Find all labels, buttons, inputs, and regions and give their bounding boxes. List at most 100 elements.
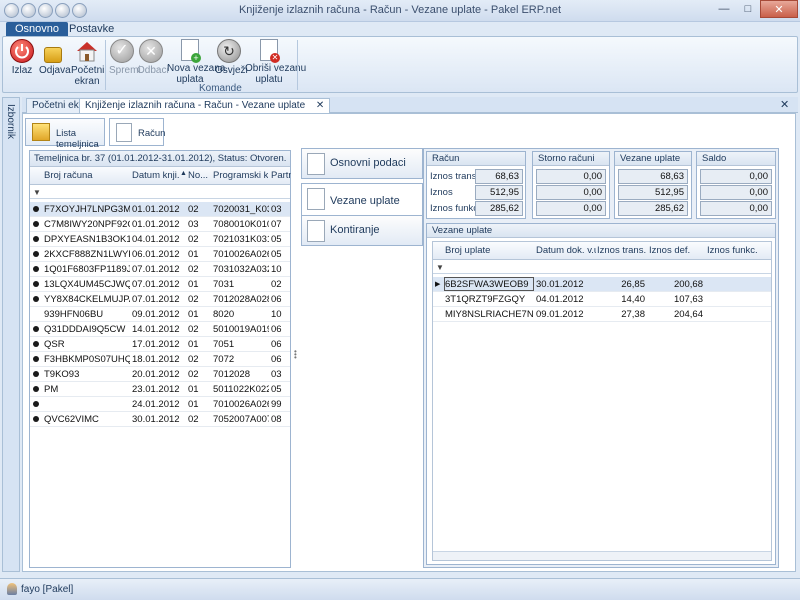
table-row[interactable]: F3HBKMP0S07UHQB2SP...18.01.2012 02 7072 06: [30, 352, 290, 367]
temeljnica-grid: Temeljnica br. 37 (01.01.2012-31.01.2012…: [29, 150, 291, 568]
table-row[interactable]: DPXYEASN1B3OK1OCFH04.01.2012 02 7021031K03…: [30, 232, 290, 247]
odjava-button[interactable]: Odjava: [39, 39, 71, 76]
table-cell: 7031032A03202: [213, 264, 269, 275]
table-cell: F3HBKMP0S07UHQB2SP...: [44, 354, 130, 365]
table-cell: 23.01.2012: [132, 384, 180, 395]
table-cell: 7020031_K03...: [213, 204, 269, 215]
table-cell: 18.01.2012: [132, 354, 180, 365]
table-cell: 06: [271, 324, 282, 335]
tab-osnovno[interactable]: Osnovno: [6, 22, 69, 37]
table-cell: 07.01.2012: [132, 294, 180, 305]
table-cell: 01: [188, 309, 199, 320]
sort-up-icon: ▲: [180, 170, 187, 177]
user-icon: [7, 583, 17, 595]
table-row[interactable]: 2KXCF888ZN1LWYP06.01.2012 01 7010026A02607…: [30, 247, 290, 262]
table-row[interactable]: 13LQX4UM45CJWQ 07.01.2012 01 7031 02: [30, 277, 290, 292]
temeljnica-header: Temeljnica br. 37 (01.01.2012-31.01.2012…: [30, 151, 290, 167]
close-tab-icon[interactable]: ✕: [316, 100, 324, 111]
tab-knjizenje[interactable]: Knjiženje izlaznih računa - Račun - Veza…: [79, 98, 331, 113]
table-row[interactable]: T9KO93 20.01.2012 02 7012028 03: [30, 367, 290, 382]
osvjezi-button[interactable]: ↻ Osvježi: [215, 39, 248, 76]
table-cell: 02: [271, 279, 282, 290]
tab-postavke[interactable]: Postavke: [60, 22, 123, 37]
table-row[interactable]: MIY8NSLRIACHE7NCJ09.01.2012 27,38 204,64: [433, 307, 771, 322]
delete-doc-icon: ✕: [260, 39, 280, 63]
table-cell: 07.01.2012: [132, 279, 180, 290]
table-cell: 09.01.2012: [132, 309, 180, 320]
vezane-filter-row[interactable]: ▼: [433, 260, 771, 274]
table-cell: 01: [188, 399, 199, 410]
vtab-osnovni-podaci[interactable]: Osnovni podaci: [301, 148, 423, 179]
table-row[interactable]: 24.01.2012 01 7010026A0260699: [30, 397, 290, 412]
document-icon: [307, 220, 325, 242]
spremi-button[interactable]: ✓ Spremi: [109, 39, 141, 76]
obrisi-vezanu-uplatu-button[interactable]: ✕ Obriši vezanu uplatu: [245, 39, 306, 85]
table-cell: 02: [188, 264, 199, 275]
table-cell: 04.01.2012: [536, 294, 584, 305]
table-cell: 7010026A02607: [213, 249, 269, 260]
table-row[interactable]: C7M8IWY20NPF92CM5...01.01.2012 03 7080010K…: [30, 217, 290, 232]
table-cell: 03: [271, 204, 282, 215]
horizontal-scrollbar[interactable]: [433, 551, 771, 560]
document-icon: [307, 153, 325, 175]
vezane-uplate-title: Vezane uplate: [427, 224, 775, 238]
table-cell: F7XOYJH7LNPG3MCO: [44, 204, 130, 215]
table-cell: 07: [271, 219, 282, 230]
status-bar: fayo [Pakel]: [0, 578, 800, 600]
table-cell: 03: [188, 219, 199, 230]
table-cell: 2KXCF888ZN1LWYP: [44, 249, 130, 260]
table-row[interactable]: QVC62VIMC 30.01.2012 02 7052007A0070208: [30, 412, 290, 427]
close-icon[interactable]: ✕: [760, 0, 798, 18]
row-indicator-icon: [33, 416, 39, 422]
table-cell: 13LQX4UM45CJWQ: [44, 279, 130, 290]
table-cell: 3T1QRZT9FZGQY: [445, 294, 526, 305]
vtab-vezane-uplate[interactable]: Vezane uplate: [301, 183, 423, 217]
table-cell: 06: [271, 339, 282, 350]
close-document-icon[interactable]: ✕: [780, 98, 789, 111]
table-cell: 26,85: [621, 279, 645, 290]
window-title: Knjiženje izlaznih računa - Račun - Veza…: [238, 4, 562, 16]
refresh-icon: ↻: [217, 39, 241, 63]
splitter-handle[interactable]: • • •: [294, 348, 297, 362]
row-indicator-icon: [33, 371, 39, 377]
minimize-icon[interactable]: —: [712, 0, 736, 18]
table-row[interactable]: 3T1QRZT9FZGQY 04.01.2012 14,40 107,63: [433, 292, 771, 307]
pocetni-ekran-button[interactable]: Početni ekran: [71, 39, 104, 87]
table-cell: 03: [271, 369, 282, 380]
table-cell: 5011022K02204: [213, 384, 269, 395]
nova-vezana-uplata-button[interactable]: + Nova vezana uplata: [167, 39, 225, 85]
tab-racun[interactable]: Račun: [109, 118, 165, 146]
table-row[interactable]: 1Q01F6803FP1189JFEP07.01.2012 02 7031032A0…: [30, 262, 290, 277]
table-cell: 7012028: [213, 369, 250, 380]
table-row[interactable]: QSR 17.01.2012 01 7051 06: [30, 337, 290, 352]
vezane-uplate-panel: Račun Iznos trans. Iznos Iznos funkc. 68…: [423, 148, 779, 568]
cell-editor[interactable]: [444, 277, 534, 291]
table-cell: 939HFN06BU: [44, 309, 104, 320]
izlaz-button[interactable]: Izlaz: [9, 39, 35, 76]
vtab-kontiranje[interactable]: Kontiranje: [301, 215, 423, 246]
odbaci-button[interactable]: ✕ Odbaci: [137, 39, 169, 76]
temeljnica-filter-row[interactable]: ▼: [30, 185, 290, 199]
table-row[interactable]: PM 23.01.2012 01 5011022K0220405: [30, 382, 290, 397]
filter-icon: ▼: [33, 188, 41, 197]
table-cell: 02: [188, 414, 199, 425]
table-cell: 20.01.2012: [132, 369, 180, 380]
tab-lista-temeljnica[interactable]: Lista temeljnica: [25, 118, 105, 150]
maximize-icon[interactable]: □: [736, 0, 760, 18]
table-row[interactable]: YY8X84CKELMUJPAGQ0...07.01.2012 02 7012028…: [30, 292, 290, 307]
status-user: fayo [Pakel]: [21, 584, 74, 595]
table-row[interactable]: F7XOYJH7LNPG3MCO01.01.2012 02 7020031_K03.…: [30, 202, 290, 217]
folder-icon: [32, 123, 50, 141]
storno-summary: Storno računi 0,00 0,00 0,00: [532, 151, 610, 219]
table-cell: 01.01.2012: [132, 219, 180, 230]
table-cell: 02: [188, 324, 199, 335]
document-icon: [116, 123, 132, 142]
table-cell: 01: [188, 249, 199, 260]
table-row[interactable]: Q31DDDAI9Q5CW 14.01.2012 02 5010019A0190106: [30, 322, 290, 337]
table-row[interactable]: 939HFN06BU 09.01.2012 01 8020 10: [30, 307, 290, 322]
table-row[interactable]: ▶ 6B2SFWA3WEOB9 30.01.2012 26,85 200,68: [433, 277, 771, 292]
izbornik-sidebar[interactable]: Izbornik: [2, 97, 20, 572]
table-cell: 07.01.2012: [132, 264, 180, 275]
row-indicator-icon: [33, 296, 39, 302]
table-cell: QSR: [44, 339, 65, 350]
